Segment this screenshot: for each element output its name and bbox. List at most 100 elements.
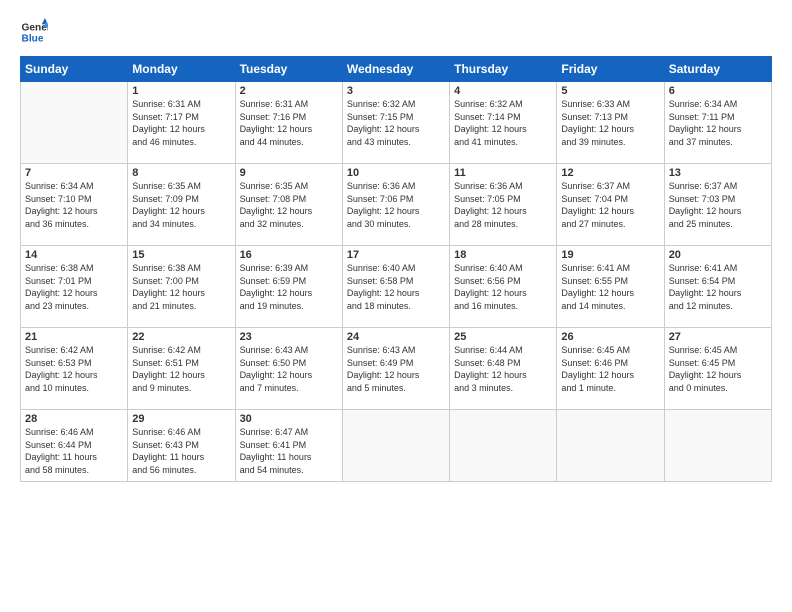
- weekday-header: Wednesday: [342, 57, 449, 82]
- calendar-cell: 22Sunrise: 6:42 AM Sunset: 6:51 PM Dayli…: [128, 328, 235, 410]
- calendar-cell: 6Sunrise: 6:34 AM Sunset: 7:11 PM Daylig…: [664, 82, 771, 164]
- calendar-table: SundayMondayTuesdayWednesdayThursdayFrid…: [20, 56, 772, 482]
- calendar-week-row: 1Sunrise: 6:31 AM Sunset: 7:17 PM Daylig…: [21, 82, 772, 164]
- calendar-cell: 16Sunrise: 6:39 AM Sunset: 6:59 PM Dayli…: [235, 246, 342, 328]
- day-info: Sunrise: 6:37 AM Sunset: 7:03 PM Dayligh…: [669, 180, 767, 230]
- day-info: Sunrise: 6:46 AM Sunset: 6:43 PM Dayligh…: [132, 426, 230, 476]
- weekday-header: Sunday: [21, 57, 128, 82]
- day-number: 28: [25, 413, 123, 425]
- calendar-cell: [21, 82, 128, 164]
- day-info: Sunrise: 6:36 AM Sunset: 7:06 PM Dayligh…: [347, 180, 445, 230]
- day-number: 30: [240, 413, 338, 425]
- calendar-page: General Blue SundayMondayTuesdayWednesda…: [0, 0, 792, 612]
- calendar-cell: 13Sunrise: 6:37 AM Sunset: 7:03 PM Dayli…: [664, 164, 771, 246]
- day-number: 1: [132, 85, 230, 97]
- weekday-header-row: SundayMondayTuesdayWednesdayThursdayFrid…: [21, 57, 772, 82]
- calendar-cell: 20Sunrise: 6:41 AM Sunset: 6:54 PM Dayli…: [664, 246, 771, 328]
- day-number: 25: [454, 331, 552, 343]
- calendar-cell: 9Sunrise: 6:35 AM Sunset: 7:08 PM Daylig…: [235, 164, 342, 246]
- day-info: Sunrise: 6:35 AM Sunset: 7:08 PM Dayligh…: [240, 180, 338, 230]
- day-info: Sunrise: 6:41 AM Sunset: 6:55 PM Dayligh…: [561, 262, 659, 312]
- calendar-cell: 27Sunrise: 6:45 AM Sunset: 6:45 PM Dayli…: [664, 328, 771, 410]
- calendar-cell: 29Sunrise: 6:46 AM Sunset: 6:43 PM Dayli…: [128, 410, 235, 482]
- day-number: 26: [561, 331, 659, 343]
- day-number: 12: [561, 167, 659, 179]
- svg-text:Blue: Blue: [22, 33, 44, 44]
- day-number: 13: [669, 167, 767, 179]
- day-number: 7: [25, 167, 123, 179]
- calendar-cell: 17Sunrise: 6:40 AM Sunset: 6:58 PM Dayli…: [342, 246, 449, 328]
- day-info: Sunrise: 6:43 AM Sunset: 6:50 PM Dayligh…: [240, 344, 338, 394]
- weekday-header: Monday: [128, 57, 235, 82]
- day-info: Sunrise: 6:41 AM Sunset: 6:54 PM Dayligh…: [669, 262, 767, 312]
- day-info: Sunrise: 6:44 AM Sunset: 6:48 PM Dayligh…: [454, 344, 552, 394]
- calendar-cell: 3Sunrise: 6:32 AM Sunset: 7:15 PM Daylig…: [342, 82, 449, 164]
- calendar-cell: 25Sunrise: 6:44 AM Sunset: 6:48 PM Dayli…: [450, 328, 557, 410]
- calendar-cell: [450, 410, 557, 482]
- day-info: Sunrise: 6:31 AM Sunset: 7:16 PM Dayligh…: [240, 98, 338, 148]
- logo-icon: General Blue: [20, 18, 48, 46]
- day-info: Sunrise: 6:37 AM Sunset: 7:04 PM Dayligh…: [561, 180, 659, 230]
- day-number: 27: [669, 331, 767, 343]
- day-info: Sunrise: 6:42 AM Sunset: 6:53 PM Dayligh…: [25, 344, 123, 394]
- day-number: 5: [561, 85, 659, 97]
- weekday-header: Tuesday: [235, 57, 342, 82]
- day-number: 19: [561, 249, 659, 261]
- day-info: Sunrise: 6:33 AM Sunset: 7:13 PM Dayligh…: [561, 98, 659, 148]
- weekday-header: Saturday: [664, 57, 771, 82]
- calendar-cell: 24Sunrise: 6:43 AM Sunset: 6:49 PM Dayli…: [342, 328, 449, 410]
- day-number: 23: [240, 331, 338, 343]
- day-number: 11: [454, 167, 552, 179]
- day-info: Sunrise: 6:38 AM Sunset: 7:01 PM Dayligh…: [25, 262, 123, 312]
- calendar-cell: 1Sunrise: 6:31 AM Sunset: 7:17 PM Daylig…: [128, 82, 235, 164]
- day-number: 2: [240, 85, 338, 97]
- calendar-cell: 2Sunrise: 6:31 AM Sunset: 7:16 PM Daylig…: [235, 82, 342, 164]
- calendar-cell: 30Sunrise: 6:47 AM Sunset: 6:41 PM Dayli…: [235, 410, 342, 482]
- day-info: Sunrise: 6:45 AM Sunset: 6:46 PM Dayligh…: [561, 344, 659, 394]
- day-info: Sunrise: 6:45 AM Sunset: 6:45 PM Dayligh…: [669, 344, 767, 394]
- day-number: 10: [347, 167, 445, 179]
- calendar-week-row: 28Sunrise: 6:46 AM Sunset: 6:44 PM Dayli…: [21, 410, 772, 482]
- day-info: Sunrise: 6:35 AM Sunset: 7:09 PM Dayligh…: [132, 180, 230, 230]
- calendar-cell: 7Sunrise: 6:34 AM Sunset: 7:10 PM Daylig…: [21, 164, 128, 246]
- day-number: 6: [669, 85, 767, 97]
- day-number: 9: [240, 167, 338, 179]
- calendar-cell: [342, 410, 449, 482]
- day-number: 4: [454, 85, 552, 97]
- day-number: 16: [240, 249, 338, 261]
- day-info: Sunrise: 6:39 AM Sunset: 6:59 PM Dayligh…: [240, 262, 338, 312]
- calendar-week-row: 7Sunrise: 6:34 AM Sunset: 7:10 PM Daylig…: [21, 164, 772, 246]
- day-info: Sunrise: 6:34 AM Sunset: 7:11 PM Dayligh…: [669, 98, 767, 148]
- day-number: 22: [132, 331, 230, 343]
- calendar-cell: 10Sunrise: 6:36 AM Sunset: 7:06 PM Dayli…: [342, 164, 449, 246]
- calendar-cell: 21Sunrise: 6:42 AM Sunset: 6:53 PM Dayli…: [21, 328, 128, 410]
- calendar-cell: 19Sunrise: 6:41 AM Sunset: 6:55 PM Dayli…: [557, 246, 664, 328]
- day-info: Sunrise: 6:46 AM Sunset: 6:44 PM Dayligh…: [25, 426, 123, 476]
- day-number: 24: [347, 331, 445, 343]
- calendar-cell: 4Sunrise: 6:32 AM Sunset: 7:14 PM Daylig…: [450, 82, 557, 164]
- calendar-cell: [664, 410, 771, 482]
- day-number: 21: [25, 331, 123, 343]
- day-number: 29: [132, 413, 230, 425]
- header: General Blue: [20, 18, 772, 46]
- day-number: 18: [454, 249, 552, 261]
- calendar-cell: 12Sunrise: 6:37 AM Sunset: 7:04 PM Dayli…: [557, 164, 664, 246]
- calendar-cell: 18Sunrise: 6:40 AM Sunset: 6:56 PM Dayli…: [450, 246, 557, 328]
- day-number: 8: [132, 167, 230, 179]
- day-number: 3: [347, 85, 445, 97]
- calendar-cell: 26Sunrise: 6:45 AM Sunset: 6:46 PM Dayli…: [557, 328, 664, 410]
- calendar-cell: 28Sunrise: 6:46 AM Sunset: 6:44 PM Dayli…: [21, 410, 128, 482]
- calendar-cell: 11Sunrise: 6:36 AM Sunset: 7:05 PM Dayli…: [450, 164, 557, 246]
- calendar-cell: 14Sunrise: 6:38 AM Sunset: 7:01 PM Dayli…: [21, 246, 128, 328]
- calendar-week-row: 14Sunrise: 6:38 AM Sunset: 7:01 PM Dayli…: [21, 246, 772, 328]
- day-number: 20: [669, 249, 767, 261]
- day-info: Sunrise: 6:36 AM Sunset: 7:05 PM Dayligh…: [454, 180, 552, 230]
- calendar-cell: 23Sunrise: 6:43 AM Sunset: 6:50 PM Dayli…: [235, 328, 342, 410]
- weekday-header: Friday: [557, 57, 664, 82]
- calendar-cell: 5Sunrise: 6:33 AM Sunset: 7:13 PM Daylig…: [557, 82, 664, 164]
- day-info: Sunrise: 6:34 AM Sunset: 7:10 PM Dayligh…: [25, 180, 123, 230]
- day-number: 17: [347, 249, 445, 261]
- day-info: Sunrise: 6:40 AM Sunset: 6:58 PM Dayligh…: [347, 262, 445, 312]
- day-info: Sunrise: 6:43 AM Sunset: 6:49 PM Dayligh…: [347, 344, 445, 394]
- day-info: Sunrise: 6:32 AM Sunset: 7:14 PM Dayligh…: [454, 98, 552, 148]
